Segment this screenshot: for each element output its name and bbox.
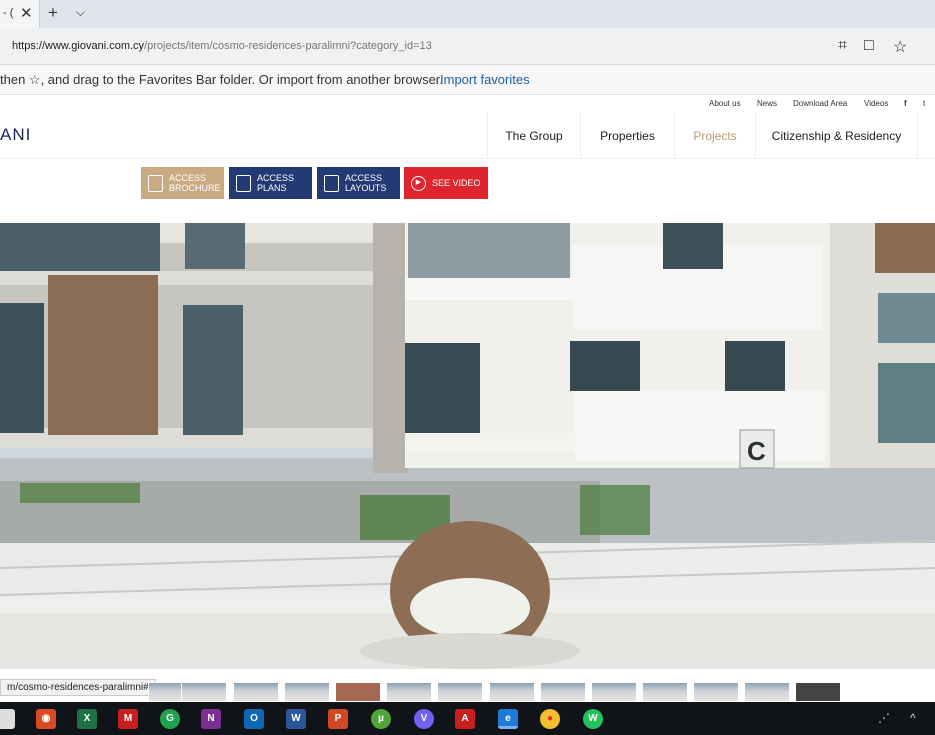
new-tab-icon[interactable]: + bbox=[48, 3, 58, 23]
tray-chevron-icon[interactable]: ^ bbox=[910, 711, 916, 725]
play-icon: ▶ bbox=[411, 175, 426, 191]
gallery-thumbnail[interactable] bbox=[795, 682, 841, 702]
access-layouts-label: ACCESS LAYOUTS bbox=[345, 173, 387, 193]
gallery-thumbnails bbox=[148, 682, 848, 702]
project-hero-image: C bbox=[0, 223, 935, 669]
gallery-thumbnail[interactable] bbox=[437, 682, 483, 702]
nav-citizenship-residency[interactable]: Citizenship & Residency bbox=[755, 113, 918, 159]
pdf-icon bbox=[148, 174, 163, 192]
url-field[interactable]: https://www.giovani.com.cy/projects/item… bbox=[12, 40, 432, 52]
url-path: /projects/item/cosmo-residences-paralimn… bbox=[144, 40, 432, 52]
gallery-thumbnail[interactable] bbox=[642, 682, 688, 702]
favorites-bar: then ☆, and drag to the Favorites Bar fo… bbox=[0, 65, 935, 95]
utorrent-icon[interactable]: µ bbox=[371, 709, 391, 729]
acrobat-icon[interactable]: A bbox=[455, 709, 475, 729]
app-icon[interactable]: G bbox=[160, 709, 180, 729]
nav-properties[interactable]: Properties bbox=[580, 113, 674, 159]
access-brochure-button[interactable]: ACCESS BROCHURE bbox=[141, 167, 224, 199]
import-favorites-link[interactable]: Import favorites bbox=[440, 72, 530, 87]
site-logo[interactable]: ANI bbox=[0, 125, 31, 145]
reader-view-icon[interactable]: ⌗ bbox=[838, 37, 847, 55]
gallery-thumbnail[interactable] bbox=[233, 682, 279, 702]
app-icon[interactable]: M bbox=[118, 709, 138, 729]
whatsapp-icon[interactable]: W bbox=[583, 709, 603, 729]
excel-icon[interactable]: X bbox=[77, 709, 97, 729]
gallery-thumbnail[interactable] bbox=[181, 682, 227, 702]
see-video-button[interactable]: ▶ SEE VIDEO bbox=[404, 167, 488, 199]
gallery-thumbnail[interactable] bbox=[335, 682, 381, 702]
building-rendering: C bbox=[0, 223, 935, 669]
windows-taskbar: ◉ X M G N O W P µ V A e ● W ⋰ ^ bbox=[0, 702, 935, 735]
gallery-thumbnail[interactable] bbox=[591, 682, 637, 702]
outlook-icon[interactable]: O bbox=[244, 709, 264, 729]
access-plans-button[interactable]: ACCESS PLANS bbox=[229, 167, 312, 199]
favorites-hint: then ☆, and drag to the Favorites Bar fo… bbox=[0, 72, 444, 87]
facebook-icon[interactable]: f bbox=[904, 99, 907, 108]
address-bar[interactable]: https://www.giovani.com.cy/projects/item… bbox=[0, 28, 935, 65]
top-links: About us News Download Area Videos f t bbox=[675, 95, 935, 113]
videos-link[interactable]: Videos bbox=[864, 99, 888, 108]
edit-icon bbox=[236, 174, 251, 192]
powerpoint-icon[interactable]: P bbox=[328, 709, 348, 729]
chrome-icon[interactable]: ● bbox=[540, 709, 560, 729]
browser-tab[interactable]: - ( ✕ bbox=[0, 0, 40, 28]
web-page: About us News Download Area Videos f t A… bbox=[0, 95, 935, 685]
gallery-thumbnail[interactable] bbox=[693, 682, 739, 702]
viber-icon[interactable]: V bbox=[414, 709, 434, 729]
access-plans-label: ACCESS PLANS bbox=[257, 173, 295, 193]
gallery-thumbnail[interactable] bbox=[386, 682, 432, 702]
see-video-label: SEE VIDEO bbox=[432, 178, 481, 188]
edge-icon[interactable]: e bbox=[498, 709, 518, 729]
browser-tab-bar: - ( ✕ + ⌵ bbox=[0, 0, 935, 28]
people-icon[interactable]: ⋰ bbox=[878, 711, 890, 725]
twitter-icon[interactable]: t bbox=[923, 99, 925, 108]
url-domain: https://www.giovani.com.cy bbox=[12, 40, 145, 52]
building-sign: C bbox=[747, 436, 766, 466]
access-brochure-label: ACCESS BROCHURE bbox=[169, 173, 221, 193]
gallery-thumbnail[interactable] bbox=[540, 682, 586, 702]
gallery-thumbnail[interactable] bbox=[489, 682, 535, 702]
action-buttons: ACCESS BROCHURE ACCESS PLANS ACCESS LAYO… bbox=[0, 159, 935, 217]
site-header: ANI The Group Properties Projects Citize… bbox=[0, 113, 935, 159]
pdf-icon bbox=[324, 174, 339, 192]
tab-title: - ( bbox=[3, 7, 14, 19]
gallery-thumbnail[interactable] bbox=[744, 682, 790, 702]
news-link[interactable]: News bbox=[757, 99, 777, 108]
nav-the-group[interactable]: The Group bbox=[487, 113, 580, 159]
tab-list-icon[interactable]: ⌵ bbox=[76, 5, 85, 20]
about-us-link[interactable]: About us bbox=[709, 99, 741, 108]
app-icon[interactable] bbox=[0, 709, 15, 729]
status-bar-url: m/cosmo-residences-paralimni# bbox=[0, 679, 156, 696]
app-icon[interactable]: ◉ bbox=[36, 709, 56, 729]
reading-list-icon[interactable]: □ bbox=[864, 37, 874, 55]
access-layouts-button[interactable]: ACCESS LAYOUTS bbox=[317, 167, 400, 199]
favorite-star-icon[interactable]: ☆ bbox=[893, 37, 907, 57]
onenote-icon[interactable]: N bbox=[201, 709, 221, 729]
word-icon[interactable]: W bbox=[286, 709, 306, 729]
download-area-link[interactable]: Download Area bbox=[793, 99, 847, 108]
nav-projects[interactable]: Projects bbox=[674, 113, 755, 159]
close-tab-icon[interactable]: ✕ bbox=[20, 4, 33, 22]
gallery-thumbnail[interactable] bbox=[284, 682, 330, 702]
